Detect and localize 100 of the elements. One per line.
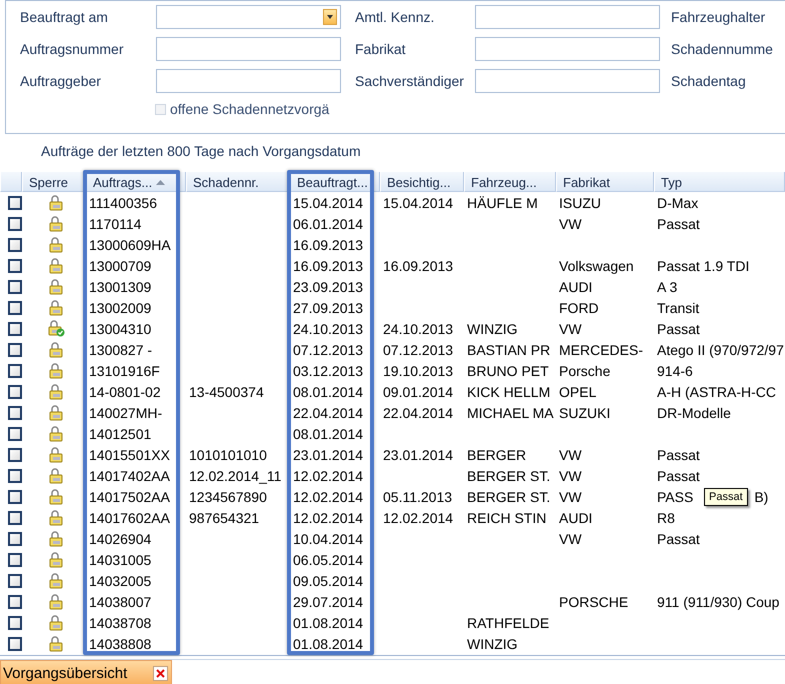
column-header[interactable]: Besichtig... — [380, 172, 464, 192]
table-cell: 12.02.2014 — [293, 510, 364, 526]
table-cell: BRUNO PET — [467, 362, 549, 378]
field-label: Schadennumme — [670, 41, 773, 57]
table-cell: 27.09.2013 — [293, 300, 364, 316]
table-cell: MICHAEL MA — [467, 404, 554, 420]
table-cell: 23.01.2014 — [383, 446, 454, 462]
row-checkbox[interactable] — [8, 448, 22, 462]
table-cell: 09.01.2014 — [383, 384, 454, 400]
row-checkbox[interactable] — [8, 258, 22, 272]
column-header[interactable]: Fabrikat — [556, 172, 654, 192]
table-cell: VW — [559, 320, 582, 336]
input-field[interactable] — [475, 5, 660, 29]
field-label: Auftragsnummer — [19, 41, 124, 57]
document-tab[interactable]: Vorgangsübersicht — [0, 660, 172, 684]
row-checkbox[interactable] — [8, 552, 22, 566]
table-cell: Passat — [657, 320, 700, 336]
row-checkbox[interactable] — [8, 532, 22, 546]
row-checkbox[interactable] — [8, 364, 22, 378]
table-cell: Transit — [657, 300, 700, 316]
table-cell: Porsche — [559, 362, 610, 378]
row-checkbox[interactable] — [8, 594, 22, 608]
table-cell: BERGER — [467, 446, 526, 462]
table-cell: A 3 — [657, 278, 678, 294]
table-cell: Passat — [657, 468, 700, 484]
table-cell: 01.08.2014 — [293, 636, 364, 652]
table-cell: 13001309 — [89, 278, 152, 294]
table-cell: 15.04.2014 — [293, 194, 364, 210]
table-cell: Passat — [657, 446, 700, 462]
field-label: Beauftragt am — [19, 9, 109, 25]
column-header[interactable]: Fahrzeug... — [464, 172, 556, 192]
table-cell: 16.09.2013 — [383, 258, 454, 274]
row-checkbox[interactable] — [8, 490, 22, 504]
row-checkbox[interactable] — [8, 510, 22, 524]
table-cell: 08.01.2014 — [293, 426, 364, 442]
row-checkbox[interactable] — [8, 342, 22, 356]
row-checkbox[interactable] — [8, 636, 22, 650]
row-checkbox[interactable] — [8, 216, 22, 230]
row-checkbox[interactable] — [8, 468, 22, 482]
table-cell: 1010101010 — [189, 446, 267, 462]
input-field[interactable] — [475, 69, 660, 93]
table-cell: VW — [559, 468, 582, 484]
table-cell: VW — [559, 216, 582, 232]
table-cell: 12.02.2014 — [383, 510, 454, 526]
table-cell: DR-Modelle — [657, 404, 731, 420]
row-checkbox[interactable] — [8, 300, 22, 314]
table-cell: 22.04.2014 — [293, 404, 364, 420]
table-cell: 14026904 — [89, 530, 152, 546]
table-cell: 24.10.2013 — [383, 320, 454, 336]
row-checkbox[interactable] — [8, 280, 22, 294]
table-cell: 07.12.2013 — [293, 342, 364, 358]
row-checkbox[interactable] — [8, 384, 22, 398]
input-field[interactable] — [156, 69, 341, 93]
tooltip: Passat — [704, 488, 748, 506]
table-cell: REICH STIN — [467, 510, 546, 526]
column-header[interactable]: Sperre — [22, 172, 86, 192]
table-cell: SUZUKI — [559, 404, 610, 420]
column-header[interactable]: Typ — [654, 172, 785, 192]
field-label: Auftraggeber — [19, 73, 102, 89]
row-checkbox[interactable] — [8, 196, 22, 210]
table-cell: 911 (911/930) Coup — [657, 594, 780, 610]
table-cell: 07.12.2013 — [383, 342, 454, 358]
table-cell: VW — [559, 488, 582, 504]
table-cell: 12.02.2014 — [293, 488, 364, 504]
field-label: Schadentag — [670, 73, 746, 89]
table-cell: PORSCHE — [559, 594, 628, 610]
row-checkbox[interactable] — [8, 426, 22, 440]
checkbox-label: offene Schadennetzvorgä — [170, 101, 330, 117]
input-field[interactable] — [475, 37, 660, 61]
table-cell: 13002009 — [89, 300, 152, 316]
row-checkbox[interactable] — [8, 406, 22, 420]
field-label: Amtl. Kennz. — [354, 9, 436, 25]
table-cell: 09.05.2014 — [293, 572, 364, 588]
row-checkbox[interactable] — [8, 322, 22, 336]
field-label: Sachverständiger — [354, 73, 465, 89]
table-cell: B) — [754, 488, 768, 504]
table-cell: 14015501XX — [89, 446, 170, 462]
row-checkbox[interactable] — [8, 616, 22, 630]
column-header[interactable]: Schadennr. — [186, 172, 290, 192]
table-cell: 14031005 — [89, 552, 152, 568]
table-cell: 23.09.2013 — [293, 278, 364, 294]
table-cell: 987654321 — [189, 510, 260, 526]
close-icon[interactable] — [153, 666, 168, 680]
table-cell: 14032005 — [89, 572, 152, 588]
table-cell: 140027MH- — [89, 404, 162, 420]
table-cell: WINZIG — [467, 320, 518, 336]
table-cell: Passat — [657, 216, 700, 232]
table-cell: BASTIAN PR — [467, 342, 550, 358]
table-cell: 14038007 — [89, 594, 152, 610]
table-cell: AUDI — [559, 510, 592, 526]
input-field[interactable] — [156, 37, 341, 61]
row-checkbox[interactable] — [8, 574, 22, 588]
table-cell: 10.04.2014 — [293, 530, 364, 546]
field-label: Fahrzeughalter — [670, 9, 766, 25]
table-cell: R8 — [657, 510, 675, 526]
table-cell: KICK HELLM — [467, 384, 550, 400]
table-cell: 15.04.2014 — [383, 194, 454, 210]
row-checkbox[interactable] — [8, 238, 22, 252]
table-cell: VW — [559, 530, 582, 546]
table-cell: 1234567890 — [189, 488, 267, 504]
